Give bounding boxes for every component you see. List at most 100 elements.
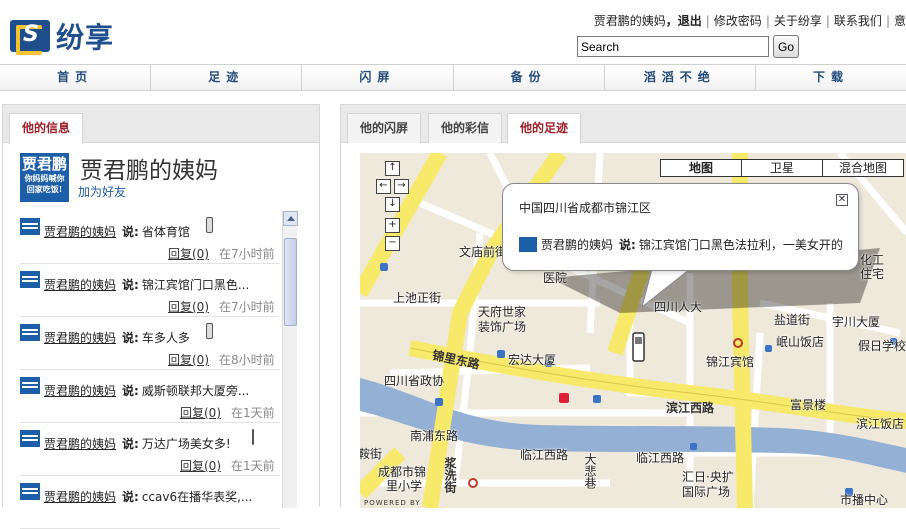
map-label: 上池正街 — [393, 291, 442, 305]
logout-link[interactable]: 退出 — [678, 14, 702, 28]
map-label: 滨江饭店 — [856, 417, 905, 431]
top-links: 贾君鹏的姨妈，退出 | 修改密码 | 关于纷享 | 联系我们 | 意 — [593, 14, 906, 28]
map-label: 鞍街 — [360, 447, 383, 461]
current-user-link[interactable]: 贾君鹏的姨妈 — [594, 14, 666, 28]
reply-link[interactable]: 回复(0) — [180, 459, 221, 473]
pan-up-icon[interactable]: ↑ — [385, 161, 400, 176]
feed-user-link[interactable]: 贾君鹏的姨妈 — [44, 331, 116, 345]
feed-time: 在8小时前 — [219, 353, 275, 367]
scroll-up-arrow[interactable] — [283, 211, 298, 226]
tab-his-flash[interactable]: 他的闪屏 — [347, 113, 422, 143]
user-mini-avatar[interactable] — [20, 430, 40, 447]
feed-text: 车多人多 — [141, 331, 190, 345]
map-view[interactable]: 文庙前街 上池正街 医院 天府世家 装饰广场 宏达大厦 锦里东路 四川省政协 锦… — [360, 153, 906, 508]
bubble-message: 贾君鹏的姨妈 说: 锦江宾馆门口黑色法拉利，一美女开的 — [519, 236, 843, 253]
contact-link[interactable]: 联系我们 — [834, 14, 882, 28]
zoom-out-icon[interactable]: − — [385, 236, 400, 251]
map-label: 临江西路 — [636, 451, 685, 465]
user-mini-avatar[interactable] — [20, 218, 40, 235]
reply-link[interactable]: 回复(0) — [168, 353, 209, 367]
pan-left-icon[interactable]: ← — [376, 179, 391, 194]
change-password-link[interactable]: 修改密码 — [714, 14, 762, 28]
search-box: Go — [577, 35, 799, 58]
map-label: 国际广场 — [682, 485, 731, 499]
search-go-button[interactable]: Go — [773, 35, 799, 58]
map-label: 滨江西路 — [666, 401, 715, 415]
nav-home[interactable]: 首页 — [0, 65, 152, 90]
user-mini-avatar[interactable] — [20, 483, 40, 500]
user-mini-avatar[interactable] — [519, 237, 537, 252]
nav-chatter[interactable]: 滔滔不绝 — [605, 65, 756, 90]
search-input[interactable] — [577, 36, 769, 57]
feed-text: 万达广场美女多! — [141, 437, 231, 451]
stick-icon — [252, 429, 254, 445]
tab-his-info[interactable]: 他的信息 — [9, 113, 84, 144]
feed-user-link[interactable]: 贾君鹏的姨妈 — [44, 225, 116, 239]
zoom-in-icon[interactable]: + — [385, 218, 400, 233]
message-feed: 贾君鹏的姨妈 说: 省体育馆 回复(0) 在7小时前 贾君鹏的姨妈 说: 锦江宾馆门口黑色… — [20, 211, 280, 529]
user-info-panel: 他的信息 贾君鹏 你妈妈喊你 回家吃饭! 贾君鹏的姨妈 加为好友 贾君鹏的姨妈说… — [2, 104, 320, 529]
scroll-thumb[interactable] — [284, 238, 297, 326]
feed-scrollbar[interactable] — [282, 211, 298, 508]
feed-item: 贾君鹏的姨妈 说: 威斯顿联邦大厦旁... 回复(0) 在1天前 — [20, 370, 280, 423]
feed-time: 在7小时前 — [219, 300, 275, 314]
feed-text: 省体育馆 — [141, 225, 190, 239]
feedback-link[interactable]: 意 — [894, 14, 906, 28]
feed-item: 贾君鹏的姨妈 说: ccav6在播华表奖,... — [20, 476, 280, 529]
map-label: 南浦东路 — [410, 429, 459, 443]
map-label: 大悲巷 — [583, 453, 597, 489]
map-label: 锦江宾馆 — [706, 355, 755, 369]
footprint-panel: 他的闪屏 他的彩信 他的足迹 文庙前街 上池正街 医院 天府世家 装饰广场 宏达… — [340, 104, 906, 508]
feed-time: 在1天前 — [231, 406, 275, 420]
phone-icon — [206, 217, 213, 233]
logo[interactable]: S 纷享 — [10, 16, 130, 56]
map-type-satellite[interactable]: 卫星 — [741, 159, 823, 177]
tab-his-footprint[interactable]: 他的足迹 — [507, 113, 582, 144]
reply-link[interactable]: 回复(0) — [168, 300, 209, 314]
add-friend-link[interactable]: 加为好友 — [78, 183, 126, 200]
feed-time: 在7小时前 — [219, 247, 275, 261]
feed-user-link[interactable]: 贾君鹏的姨妈 — [44, 490, 116, 504]
profile-name: 贾君鹏的姨妈 — [80, 158, 218, 184]
feed-item: 贾君鹏的姨妈 说: 万达广场美女多! 回复(0) 在1天前 — [20, 423, 280, 476]
feed-text: 威斯顿联邦大厦旁... — [141, 384, 250, 398]
left-tabbar: 他的信息 — [3, 105, 319, 144]
reply-link[interactable]: 回复(0) — [168, 247, 209, 261]
feed-user-link[interactable]: 贾君鹏的姨妈 — [44, 384, 116, 398]
map-label: 岷山饭店 — [776, 335, 825, 349]
nav-download[interactable]: 下载 — [756, 65, 906, 90]
feed-text: 锦江宾馆门口黑色... — [141, 278, 250, 292]
bubble-address: 中国四川省成都市锦江区 — [519, 201, 652, 215]
feed-item: 贾君鹏的姨妈 说: 车多人多 回复(0) 在8小时前 — [20, 317, 280, 370]
about-link[interactable]: 关于纷享 — [774, 14, 822, 28]
map-label: 文庙前街 — [459, 245, 508, 259]
close-icon[interactable]: ✕ — [836, 194, 848, 206]
avatar[interactable]: 贾君鹏 你妈妈喊你 回家吃饭! — [20, 153, 69, 202]
map-type-switch: 地图 卫星 混合地图 — [660, 159, 904, 177]
reply-link[interactable]: 回复(0) — [180, 406, 221, 420]
map-label: 盐道街 — [774, 313, 811, 327]
nav-backup[interactable]: 备份 — [454, 65, 605, 90]
bubble-tail — [642, 269, 691, 308]
map-label: 浆洗街 — [443, 457, 457, 493]
pan-down-icon[interactable]: ↓ — [385, 197, 400, 212]
nav-flash[interactable]: 闪屏 — [302, 65, 454, 90]
map-label: 富景楼 — [790, 398, 827, 412]
logo-mark: S — [10, 20, 50, 55]
map-label: 宇川大厦 — [832, 315, 881, 329]
user-mini-avatar[interactable] — [20, 324, 40, 341]
map-label: 市播中心 — [840, 493, 889, 507]
right-tabbar: 他的闪屏 他的彩信 他的足迹 — [341, 105, 906, 144]
map-type-hybrid[interactable]: 混合地图 — [822, 159, 904, 177]
user-mini-avatar[interactable] — [20, 377, 40, 394]
pan-right-icon[interactable]: → — [394, 179, 409, 194]
tab-his-mms[interactable]: 他的彩信 — [428, 113, 503, 143]
nav-footprint[interactable]: 足迹 — [151, 65, 303, 90]
feed-user-link[interactable]: 贾君鹏的姨妈 — [44, 278, 116, 292]
bubble-text: 锦江宾馆门口黑色法拉利，一美女开的 — [638, 238, 843, 252]
user-mini-avatar[interactable] — [20, 271, 40, 288]
feed-user-link[interactable]: 贾君鹏的姨妈 — [44, 437, 116, 451]
map-label: 四川省政协 — [384, 374, 445, 388]
bubble-user[interactable]: 贾君鹏的姨妈 — [541, 238, 613, 252]
map-type-map[interactable]: 地图 — [660, 159, 742, 177]
